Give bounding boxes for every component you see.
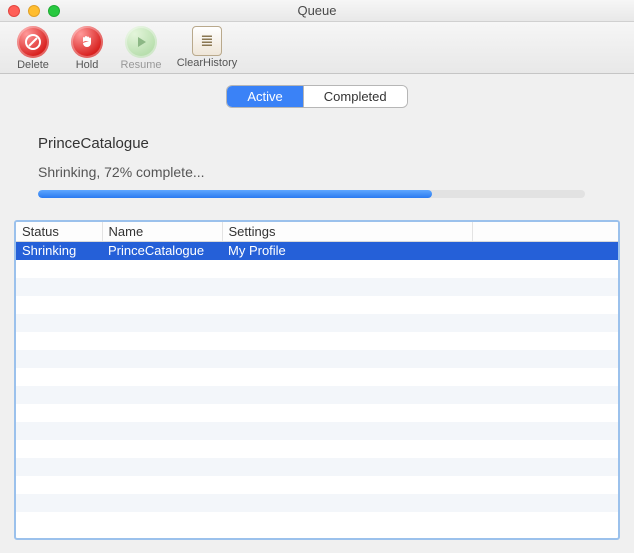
table-row-empty: [16, 350, 618, 368]
titlebar: Queue: [0, 0, 634, 22]
resume-label: Resume: [121, 59, 162, 71]
table-row-empty: [16, 512, 618, 530]
hold-button[interactable]: Hold: [60, 26, 114, 71]
table-row[interactable]: ShrinkingPrinceCatalogueMy Profile: [16, 242, 618, 260]
content-area: Active Completed PrinceCatalogue Shrinki…: [0, 74, 634, 552]
column-header-spacer: [472, 222, 618, 242]
clear-history-label: ClearHistory: [177, 57, 238, 69]
tab-switcher: Active Completed: [12, 86, 622, 107]
toolbar: Delete Hold Resume ClearHistory: [0, 22, 634, 74]
table-row-empty: [16, 494, 618, 512]
table-row-empty: [16, 458, 618, 476]
table-row-empty: [16, 278, 618, 296]
clear-history-button[interactable]: ClearHistory: [168, 26, 246, 71]
table-row-empty: [16, 332, 618, 350]
tab-active[interactable]: Active: [227, 86, 302, 107]
tab-completed[interactable]: Completed: [303, 86, 407, 107]
table-row-empty: [16, 260, 618, 278]
cell-name: PrinceCatalogue: [102, 242, 222, 260]
table-row-empty: [16, 404, 618, 422]
cell-settings: My Profile: [222, 242, 472, 260]
delete-label: Delete: [17, 59, 49, 71]
cell-status: Shrinking: [16, 242, 102, 260]
progress-fill: [38, 190, 432, 198]
current-job-status: Shrinking, 72% complete...: [38, 164, 596, 180]
current-job-name: PrinceCatalogue: [38, 135, 596, 152]
table-row-empty: [16, 476, 618, 494]
table-row-empty: [16, 386, 618, 404]
hold-label: Hold: [76, 59, 99, 71]
column-header-settings[interactable]: Settings: [222, 222, 472, 242]
notebook-icon: [192, 26, 222, 56]
resume-button[interactable]: Resume: [114, 26, 168, 71]
queue-table[interactable]: Status Name Settings ShrinkingPrinceCata…: [14, 220, 620, 540]
hand-icon: [71, 26, 103, 58]
delete-button[interactable]: Delete: [6, 26, 60, 71]
progress-bar: [38, 190, 585, 198]
no-entry-icon: [17, 26, 49, 58]
table-row-empty: [16, 314, 618, 332]
play-icon: [125, 26, 157, 58]
table-row-empty: [16, 440, 618, 458]
current-job-panel: PrinceCatalogue Shrinking, 72% complete.…: [12, 127, 622, 220]
window-title: Queue: [0, 3, 634, 18]
table-row-empty: [16, 296, 618, 314]
column-header-status[interactable]: Status: [16, 222, 102, 242]
column-header-name[interactable]: Name: [102, 222, 222, 242]
table-row-empty: [16, 422, 618, 440]
table-row-empty: [16, 368, 618, 386]
table-header-row: Status Name Settings: [16, 222, 618, 242]
